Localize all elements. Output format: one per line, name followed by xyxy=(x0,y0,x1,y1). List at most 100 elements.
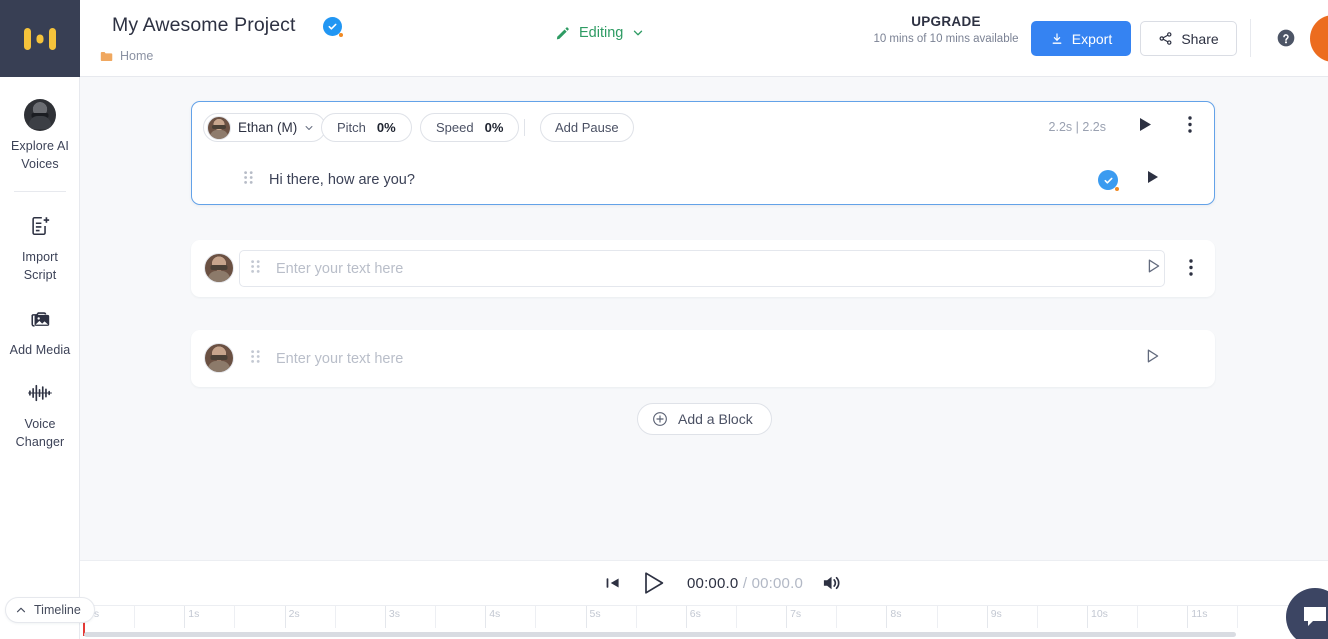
sidebar-item-add-media[interactable]: Add Media xyxy=(0,295,80,369)
script-input-placeholder[interactable]: Enter your text here xyxy=(276,351,403,367)
voice-selector[interactable]: Ethan (M) xyxy=(203,113,327,142)
voice-avatar-icon[interactable] xyxy=(204,343,234,373)
mode-selector[interactable]: Editing xyxy=(555,25,644,41)
script-input-placeholder[interactable]: Enter your text here xyxy=(276,261,403,277)
drag-handle-icon[interactable] xyxy=(251,349,260,368)
timeline-tick-minor xyxy=(435,606,437,628)
add-block-label: Add a Block xyxy=(678,411,753,427)
voice-name: Ethan (M) xyxy=(238,120,298,135)
upgrade-title: UPGRADE xyxy=(911,14,981,29)
timeline-tick-label: 9s xyxy=(990,608,1002,620)
speed-control[interactable]: Speed 0% xyxy=(420,113,520,142)
pencil-icon xyxy=(556,26,569,39)
page-title: My Awesome Project xyxy=(112,14,296,36)
sidebar-item-label-2: Voices xyxy=(21,157,59,172)
pitch-value: 0% xyxy=(376,120,396,135)
timeline-scrollbar[interactable] xyxy=(84,632,1236,637)
script-block-empty-1[interactable]: Enter your text here xyxy=(191,240,1215,297)
breadcrumb[interactable]: Home xyxy=(100,49,153,63)
export-button[interactable]: Export xyxy=(1031,21,1131,56)
pitch-control[interactable]: Pitch 0% xyxy=(321,113,412,142)
add-media-icon xyxy=(30,311,49,327)
sidebar-item-label: Voice xyxy=(24,416,56,431)
block-duration: 2.2s | 2.2s xyxy=(1048,120,1106,134)
drag-handle-icon[interactable] xyxy=(244,171,253,189)
volume-button[interactable] xyxy=(822,574,842,592)
timeline-tick-label: 10s xyxy=(1091,608,1108,620)
play-outline-icon xyxy=(1147,349,1159,363)
script-input-wrapper[interactable]: Enter your text here xyxy=(239,250,1165,287)
timeline-ruler[interactable]: 0s1s2s3s4s5s6s7s8s9s10s11s xyxy=(84,606,1328,628)
sidebar-item-voice-changer[interactable]: Voice Changer xyxy=(0,369,80,461)
script-text-row[interactable]: Hi there, how are you? xyxy=(192,154,1214,206)
sidebar-divider xyxy=(13,191,66,193)
timeline-bar: Timeline 0s1s2s3s4s5s6s7s8s9s10s11s xyxy=(0,597,1328,639)
sidebar-item-label: Import xyxy=(21,250,59,265)
sidebar-item-label: Explore AI xyxy=(11,139,69,153)
timeline-tick-label: 2s xyxy=(288,608,300,620)
add-block-button[interactable]: Add a Block xyxy=(637,403,772,435)
timeline-tick-minor xyxy=(735,606,737,628)
chevron-down-icon xyxy=(634,30,643,36)
more-vertical-icon xyxy=(1189,259,1193,276)
timeline-tick-minor xyxy=(1137,606,1139,628)
timeline-tick-minor xyxy=(1036,606,1038,628)
add-pause-button[interactable]: Add Pause xyxy=(540,113,634,142)
timeline-tick-label: 8s xyxy=(890,608,902,620)
editor-canvas: Ethan (M) Pitch 0% Speed 0% Add Pause 2.… xyxy=(80,77,1328,560)
mode-label: Editing xyxy=(579,25,624,41)
block-play-button[interactable] xyxy=(1147,349,1159,368)
time-display: 00:00.0 / 00:00.0 xyxy=(687,575,803,592)
drag-handle-icon[interactable] xyxy=(251,259,260,278)
timeline-tick-label: 1s xyxy=(188,608,200,620)
timeline-tick-label: 4s xyxy=(489,608,501,620)
voice-avatar-icon xyxy=(24,99,56,131)
sidebar-item-import-script[interactable]: Import Script xyxy=(0,202,80,294)
voice-avatar-icon[interactable] xyxy=(204,253,234,283)
timeline-tick-label: 3s xyxy=(388,608,400,620)
timeline-tick-label: 5s xyxy=(589,608,601,620)
timeline-tick-minor xyxy=(1237,606,1239,628)
player-bar: 00:00.0 / 00:00.0 xyxy=(80,560,1328,605)
folder-icon xyxy=(100,51,113,61)
help-circle-icon[interactable] xyxy=(1276,28,1296,53)
voice-avatar-icon xyxy=(207,115,231,140)
block-menu-button[interactable] xyxy=(1188,116,1192,138)
script-text[interactable]: Hi there, how are you? xyxy=(269,172,415,188)
block-play-button[interactable] xyxy=(1148,259,1160,278)
upgrade-subtitle: 10 mins of 10 mins available xyxy=(873,33,1019,45)
speed-value: 0% xyxy=(484,120,504,135)
timeline-tick-minor xyxy=(134,606,136,628)
sidebar-item-label: Add Media xyxy=(9,342,71,357)
chat-bubble-icon xyxy=(1304,607,1326,626)
verified-check-icon xyxy=(323,17,343,37)
script-block-empty-2[interactable]: Enter your text here xyxy=(191,330,1215,387)
left-sidebar: Explore AI Voices Import Script Add Medi… xyxy=(0,0,80,639)
download-icon xyxy=(1052,32,1062,44)
play-filled-icon xyxy=(1140,118,1151,131)
app-logo[interactable] xyxy=(0,0,80,77)
timeline-tick-label: 6s xyxy=(689,608,701,620)
sidebar-item-label-2: Changer xyxy=(15,434,65,449)
script-input-wrapper[interactable]: Enter your text here xyxy=(239,340,1165,377)
block-play-button[interactable] xyxy=(1139,117,1152,137)
timeline-tick-minor xyxy=(334,606,336,628)
script-block-selected[interactable]: Ethan (M) Pitch 0% Speed 0% Add Pause 2.… xyxy=(191,101,1215,205)
play-button[interactable] xyxy=(643,571,665,595)
avatar[interactable] xyxy=(1310,15,1328,62)
share-button[interactable]: Share xyxy=(1140,21,1237,56)
check-circle-icon[interactable] xyxy=(1098,170,1119,191)
timeline-tick-minor xyxy=(535,606,537,628)
sidebar-item-label-2: Script xyxy=(23,268,57,283)
app-header: My Awesome Project Home Editing UPGRADE … xyxy=(80,0,1328,77)
play-outline-icon xyxy=(645,572,664,594)
add-pause-label: Add Pause xyxy=(555,120,619,135)
block-menu-button[interactable] xyxy=(1189,259,1193,281)
skip-to-start-button[interactable] xyxy=(605,575,621,591)
timeline-toggle[interactable]: Timeline xyxy=(5,597,95,623)
upgrade-info[interactable]: UPGRADE 10 mins of 10 mins available xyxy=(856,14,1036,45)
sidebar-item-explore-ai-voices[interactable]: Explore AI Voices xyxy=(0,91,80,183)
row-play-button[interactable] xyxy=(1147,170,1159,189)
export-button-label: Export xyxy=(1071,30,1113,47)
import-script-icon xyxy=(32,217,50,236)
